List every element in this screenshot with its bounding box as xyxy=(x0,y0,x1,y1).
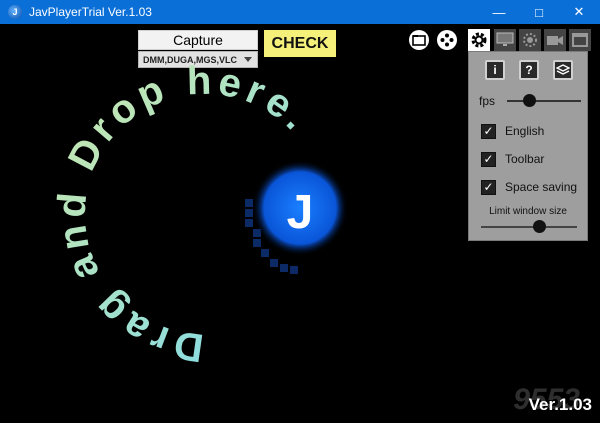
close-button[interactable]: ✕ xyxy=(559,0,599,24)
logo-letter: J xyxy=(287,186,314,239)
info-icon[interactable]: i xyxy=(485,60,505,80)
version-label: Ver.1.03 xyxy=(528,395,592,414)
drop-area[interactable]: J Drag and Drop here. xyxy=(0,24,460,423)
toolbar-label: Toolbar xyxy=(505,152,545,166)
english-label: English xyxy=(505,124,545,138)
space-saving-checkbox[interactable]: ✓ xyxy=(481,179,496,195)
settings-panel: i ? fps ✓ English ✓ Toolbar ✓ Space savi… xyxy=(468,51,588,241)
fps-label: fps xyxy=(479,94,496,108)
app-icon: J xyxy=(8,5,22,19)
brightness-icon[interactable] xyxy=(519,29,541,51)
space-saving-label: Space saving xyxy=(505,180,578,194)
toolbar-option[interactable]: ✓ Toolbar xyxy=(481,151,544,167)
help-icon[interactable]: ? xyxy=(519,60,539,80)
window-icon[interactable] xyxy=(569,29,591,51)
limit-slider-thumb[interactable] xyxy=(532,220,546,233)
english-checkbox[interactable]: ✓ xyxy=(481,123,496,139)
gear-icon[interactable] xyxy=(468,29,490,51)
monitor-icon[interactable] xyxy=(494,29,516,51)
space-saving-option[interactable]: ✓ Space saving xyxy=(481,179,577,195)
fps-slider-thumb[interactable] xyxy=(523,94,537,107)
window-title: JavPlayerTrial Ver.1.03 xyxy=(29,5,152,19)
limit-window-size-label: Limit window size xyxy=(489,206,567,217)
layers-icon[interactable] xyxy=(553,60,573,80)
english-option[interactable]: ✓ English xyxy=(481,123,544,139)
maximize-button[interactable]: □ xyxy=(519,0,559,24)
camera-icon[interactable] xyxy=(544,29,566,51)
minimize-button[interactable]: — xyxy=(479,0,519,24)
toolbar-checkbox[interactable]: ✓ xyxy=(481,151,496,167)
limit-slider-track[interactable] xyxy=(481,226,577,228)
fps-slider-track[interactable] xyxy=(507,100,581,102)
